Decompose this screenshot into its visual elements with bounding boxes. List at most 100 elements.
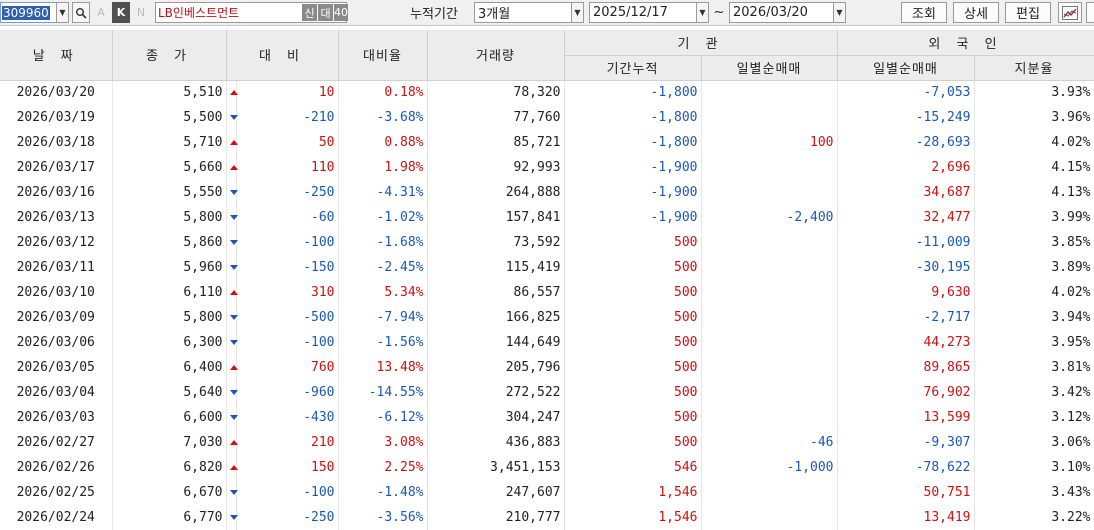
search-button[interactable]: 조회 — [901, 2, 947, 23]
cell-inst-cumulative: -1,800 — [564, 80, 702, 105]
end-date-input[interactable]: 2026/03/20 — [729, 2, 834, 23]
cell-change: -100 — [236, 480, 339, 505]
cell-date: 2026/02/27 — [0, 430, 113, 455]
cell-inst-daily — [701, 380, 838, 405]
table-row[interactable]: 2026/02/25 6,670 -100 -1.48% 247,607 1,546 50,… — [0, 480, 1094, 505]
chart-icon — [1062, 5, 1078, 20]
cell-change: -150 — [236, 255, 339, 280]
start-date-dropdown[interactable]: ▼ — [696, 2, 709, 23]
stock-search-button[interactable] — [72, 2, 90, 23]
cell-rate: -3.56% — [338, 505, 428, 530]
cell-foreign-share: 3.99% — [974, 205, 1094, 230]
cell-volume: 166,825 — [427, 305, 565, 330]
header-rate[interactable]: 대비율 — [338, 30, 428, 81]
table-row[interactable]: 2026/03/12 5,860 -100 -1.68% 73,592 500 -11,00… — [0, 230, 1094, 255]
chevron-down-icon: ▼ — [574, 8, 581, 17]
table-row[interactable]: 2026/03/03 6,600 -430 -6.12% 304,247 500 13,59… — [0, 405, 1094, 430]
market-n-label[interactable]: N — [135, 2, 147, 23]
cell-inst-daily — [701, 330, 838, 355]
header-volume[interactable]: 거래량 — [427, 30, 565, 81]
header-change[interactable]: 대 비 — [226, 30, 339, 81]
table-row[interactable]: 2026/03/17 5,660 110 1.98% 92,993 -1,900 2,696… — [0, 155, 1094, 180]
cell-rate: -14.55% — [338, 380, 428, 405]
period-dropdown[interactable]: ▼ — [571, 2, 584, 23]
cell-foreign-daily: 89,865 — [837, 355, 975, 380]
cell-inst-cumulative: 500 — [564, 305, 702, 330]
cell-foreign-share: 3.22% — [974, 505, 1094, 530]
end-date-dropdown[interactable]: ▼ — [833, 2, 846, 23]
cell-volume: 3,451,153 — [427, 455, 565, 480]
cell-close: 6,600 — [112, 405, 227, 430]
header-inst-daily[interactable]: 일별순매매 — [701, 55, 838, 81]
start-date-input[interactable]: 2025/12/17 — [589, 2, 697, 23]
cell-foreign-share: 4.13% — [974, 180, 1094, 205]
table-row[interactable]: 2026/03/06 6,300 -100 -1.56% 144,649 500 44,27… — [0, 330, 1094, 355]
table-row[interactable]: 2026/02/26 6,820 150 2.25% 3,451,153 546 -1,00… — [0, 455, 1094, 480]
cell-close: 5,960 — [112, 255, 227, 280]
cell-date: 2026/03/03 — [0, 405, 113, 430]
cell-close: 6,400 — [112, 355, 227, 380]
stock-code-dropdown[interactable]: ▼ — [56, 2, 69, 23]
table-row[interactable]: 2026/03/18 5,710 50 0.88% 85,721 -1,800 100 -28… — [0, 130, 1094, 155]
cell-inst-cumulative: 500 — [564, 330, 702, 355]
cell-foreign-share: 4.02% — [974, 130, 1094, 155]
cell-foreign-share: 3.96% — [974, 105, 1094, 130]
cell-foreign-share: 3.43% — [974, 480, 1094, 505]
table-row[interactable]: 2026/03/11 5,960 -150 -2.45% 115,419 500 -30,1… — [0, 255, 1094, 280]
cell-close: 5,640 — [112, 380, 227, 405]
header-foreign-daily[interactable]: 일별순매매 — [837, 55, 975, 81]
market-a-label[interactable]: A — [95, 2, 107, 23]
cell-arrow — [226, 430, 238, 455]
cell-arrow — [226, 280, 238, 305]
cell-foreign-daily: -7,053 — [837, 80, 975, 105]
cell-close: 5,550 — [112, 180, 227, 205]
down-triangle-icon — [229, 515, 238, 520]
cell-change: -960 — [236, 380, 339, 405]
market-k-button[interactable]: K — [112, 2, 130, 23]
table-row[interactable]: 2026/02/27 7,030 210 3.08% 436,883 500 -46 -9,3… — [0, 430, 1094, 455]
cell-inst-daily: -46 — [701, 430, 838, 455]
cell-foreign-daily: 13,419 — [837, 505, 975, 530]
cell-date: 2026/02/25 — [0, 480, 113, 505]
cell-inst-cumulative: -1,900 — [564, 155, 702, 180]
cell-arrow — [226, 80, 238, 105]
detail-button[interactable]: 상세 — [953, 2, 999, 23]
cell-date: 2026/03/04 — [0, 380, 113, 405]
table-row[interactable]: 2026/03/09 5,800 -500 -7.94% 166,825 500 -2,71… — [0, 305, 1094, 330]
cell-change: 310 — [236, 280, 339, 305]
period-select[interactable]: 3개월 — [474, 2, 572, 23]
cell-arrow — [226, 480, 238, 505]
table-row[interactable]: 2026/03/04 5,640 -960 -14.55% 272,522 500 76,9… — [0, 380, 1094, 405]
stock-code-value: 309960 — [2, 5, 50, 20]
cell-change: -210 — [236, 105, 339, 130]
cell-change: 50 — [236, 130, 339, 155]
cell-close: 6,820 — [112, 455, 227, 480]
chart-button[interactable] — [1058, 2, 1082, 23]
cell-close: 6,110 — [112, 280, 227, 305]
more-button[interactable] — [1086, 2, 1094, 23]
cell-close: 5,510 — [112, 80, 227, 105]
table-row[interactable]: 2026/03/05 6,400 760 13.48% 205,796 500 89,865… — [0, 355, 1094, 380]
up-triangle-icon — [229, 290, 238, 295]
header-inst-cumulative[interactable]: 기간누적 — [564, 55, 702, 81]
header-close[interactable]: 종 가 — [112, 30, 227, 81]
cell-volume: 436,883 — [427, 430, 565, 455]
cell-inst-cumulative: 500 — [564, 355, 702, 380]
cell-close: 6,770 — [112, 505, 227, 530]
table-row[interactable]: 2026/03/10 6,110 310 5.34% 86,557 500 9,630 4.0… — [0, 280, 1094, 305]
table-row[interactable]: 2026/02/24 6,770 -250 -3.56% 210,777 1,546 13,… — [0, 505, 1094, 530]
cell-volume: 264,888 — [427, 180, 565, 205]
header-date[interactable]: 날 짜 — [0, 30, 113, 81]
cell-change: 10 — [236, 80, 339, 105]
edit-button[interactable]: 편집 — [1005, 2, 1051, 23]
cell-volume: 272,522 — [427, 380, 565, 405]
table-row[interactable]: 2026/03/13 5,800 -60 -1.02% 157,841 -1,900 -2,… — [0, 205, 1094, 230]
cell-close: 6,670 — [112, 480, 227, 505]
cell-inst-cumulative: 500 — [564, 430, 702, 455]
header-foreign-share[interactable]: 지분율 — [974, 55, 1094, 81]
cell-date: 2026/02/26 — [0, 455, 113, 480]
chevron-down-icon: ▼ — [836, 8, 843, 17]
table-row[interactable]: 2026/03/16 5,550 -250 -4.31% 264,888 -1,900 34… — [0, 180, 1094, 205]
table-row[interactable]: 2026/03/19 5,500 -210 -3.68% 77,760 -1,800 -15… — [0, 105, 1094, 130]
table-row[interactable]: 2026/03/20 5,510 10 0.18% 78,320 -1,800 -7,053… — [0, 80, 1094, 105]
